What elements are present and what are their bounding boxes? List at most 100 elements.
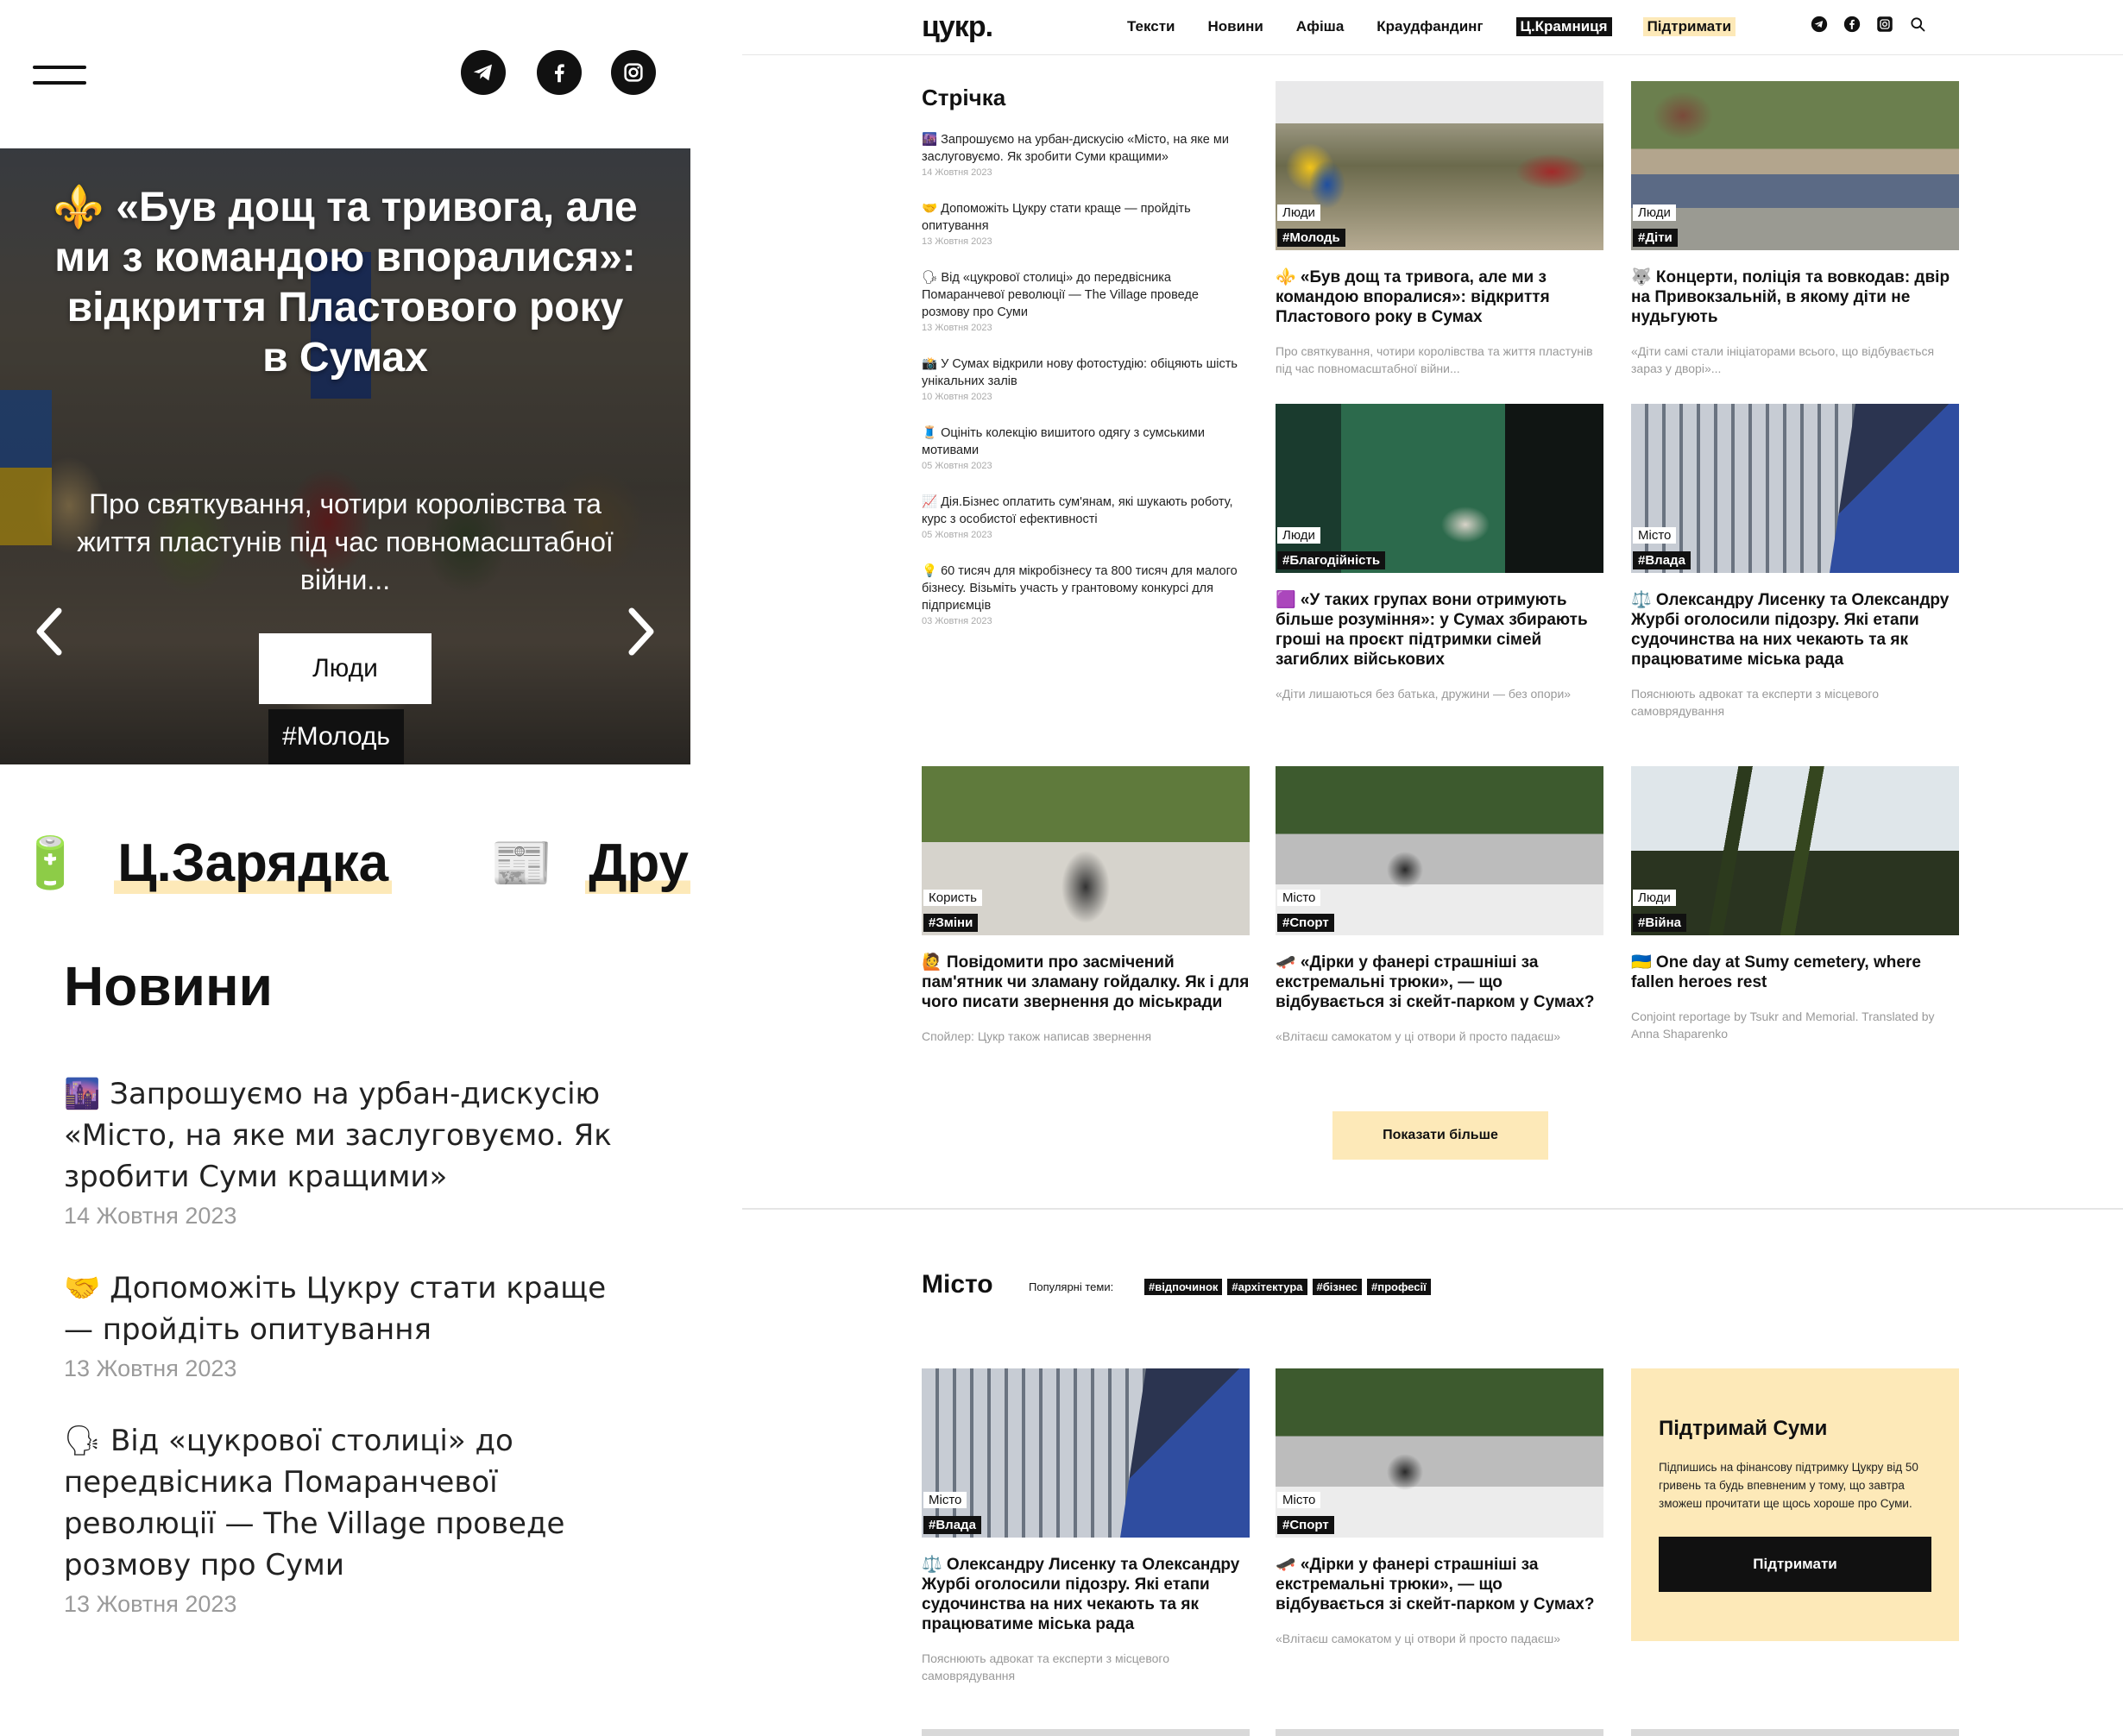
- mobile-header: [0, 0, 690, 147]
- news-item[interactable]: 🤝 Допоможіть Цукру стати краще — пройдіт…: [64, 1267, 633, 1382]
- article-tag[interactable]: #Молодь: [1277, 229, 1345, 247]
- feed-date: 13 Жовтня 2023: [922, 323, 992, 333]
- hero-slider[interactable]: ⚜️ «Був дощ та тривога, але ми з командо…: [0, 148, 690, 764]
- article-tag[interactable]: #Діти: [1633, 229, 1678, 247]
- support-title: Підтримай Суми: [1659, 1417, 1828, 1440]
- desktop-view: цукр. Тексти Новини Афіша Краудфандинг Ц…: [742, 0, 2123, 1736]
- article-title[interactable]: ⚜️ «Був дощ та тривога, але ми з командо…: [1276, 267, 1603, 327]
- article-category[interactable]: Місто: [1633, 527, 1677, 544]
- news-item[interactable]: 🗣 Від «цукрової столиці» до передвісника…: [64, 1420, 633, 1618]
- hero-title[interactable]: ⚜️ «Був дощ та тривога, але ми з командо…: [52, 183, 639, 383]
- top-navigation: цукр. Тексти Новини Афіша Краудфандинг Ц…: [742, 0, 2123, 55]
- section-carousel[interactable]: 🔋 Ц.Зарядка 📰 Дру: [0, 820, 690, 906]
- section-charging[interactable]: 🔋 Ц.Зарядка: [19, 820, 393, 906]
- article-tag[interactable]: #Влада: [923, 1516, 981, 1534]
- news-heading: Новини: [64, 955, 273, 1017]
- telegram-icon[interactable]: [461, 50, 506, 95]
- hero-title-text: «Був дощ та тривога, але ми з командою в…: [54, 185, 638, 381]
- feed-item[interactable]: 💡 60 тисяч для мікробізнесу та 800 тисяч…: [922, 563, 1250, 626]
- show-more-button[interactable]: Показати більше: [1332, 1111, 1548, 1160]
- article-title[interactable]: 🙋 Повідомити про засмічений пам'ятник чи…: [922, 953, 1250, 1012]
- article-title[interactable]: 🛹 «Дірки у фанері страшніші за екстремал…: [1276, 953, 1603, 1012]
- article-tag[interactable]: #Зміни: [923, 914, 979, 932]
- article-category[interactable]: Люди: [1277, 527, 1320, 544]
- menu-shop[interactable]: Ц.Крамниця: [1515, 17, 1612, 36]
- news-item[interactable]: 🌆 Запрошуємо на урбан-дискусію «Місто, н…: [64, 1073, 633, 1230]
- feed-item[interactable]: 🗣 Від «цукрової столиці» до передвісника…: [922, 269, 1250, 333]
- article-card[interactable]: Люди #Діти 🐺 Концерти, поліція та вовкод…: [1631, 81, 1959, 377]
- menu-support[interactable]: Підтримати: [1642, 17, 1736, 36]
- facebook-icon[interactable]: [537, 50, 582, 95]
- article-lead: «Влітаєш самокатом у ці отвори й просто …: [1276, 1029, 1561, 1043]
- article-category[interactable]: Місто: [923, 1492, 967, 1508]
- article-card[interactable]: Користь #Зміни 🙋 Повідомити про засмічен…: [922, 766, 1250, 1045]
- article-title[interactable]: 🐺 Концерти, поліція та вовкодав: двір на…: [1631, 267, 1959, 327]
- article-lead: Пояснюють адвокат та експерти з місцевог…: [922, 1651, 1169, 1683]
- feed-title: 🌆 Запрошуємо на урбан-дискусію «Місто, н…: [922, 133, 1229, 164]
- feed-item[interactable]: 🌆 Запрошуємо на урбан-дискусію «Місто, н…: [922, 131, 1250, 178]
- article-tag[interactable]: #Влада: [1633, 551, 1691, 569]
- menu-events[interactable]: Афіша: [1296, 18, 1345, 35]
- instagram-icon[interactable]: [611, 50, 656, 95]
- article-card[interactable]: Люди #Благодійність 🟪 «У таких групах во…: [1276, 404, 1603, 702]
- feed-item[interactable]: 📸 У Сумах відкрили нову фотостудію: обіц…: [922, 355, 1250, 402]
- menu-crowdfunding[interactable]: Краудфандинг: [1376, 18, 1483, 35]
- article-tag[interactable]: #Благодійність: [1277, 551, 1386, 569]
- menu-texts[interactable]: Тексти: [1127, 18, 1175, 35]
- article-category[interactable]: Місто: [1277, 890, 1321, 906]
- article-image: Місто #Влада: [922, 1368, 1250, 1538]
- search-icon[interactable]: [1909, 16, 1926, 33]
- news-title: 🌆 Запрошуємо на урбан-дискусію «Місто, н…: [64, 1077, 612, 1194]
- newspaper-icon: 📰: [490, 833, 553, 892]
- article-card[interactable]: Місто #Спорт 🛹 «Дірки у фанері страшніші…: [1276, 1368, 1603, 1647]
- topic-tag[interactable]: #бізнес: [1312, 1279, 1362, 1295]
- hero-subtitle: Про святкування, чотири королівства та ж…: [77, 488, 614, 595]
- article-tag[interactable]: #Спорт: [1277, 914, 1334, 932]
- article-title[interactable]: 🟪 «У таких групах вони отримують більше …: [1276, 590, 1603, 670]
- feed-list: 🌆 Запрошуємо на урбан-дискусію «Місто, н…: [922, 131, 1250, 649]
- article-card[interactable]: Місто #Влада ⚖️ Олександру Лисенку та Ол…: [922, 1368, 1250, 1684]
- chevron-right-icon[interactable]: [623, 606, 658, 657]
- article-card[interactable]: Люди #Молодь ⚜️ «Був дощ та тривога, але…: [1276, 81, 1603, 377]
- feed-title: 💡 60 тисяч для мікробізнесу та 800 тисяч…: [922, 564, 1238, 613]
- article-tag[interactable]: #Війна: [1633, 914, 1686, 932]
- article-category[interactable]: Місто: [1277, 1492, 1321, 1508]
- section-print[interactable]: 📰 Дру: [490, 820, 690, 906]
- article-lead: Пояснюють адвокат та експерти з місцевог…: [1631, 687, 1879, 718]
- site-logo[interactable]: цукр.: [922, 10, 993, 44]
- article-card[interactable]: Люди #Війна 🇺🇦 One day at Sumy cemetery,…: [1631, 766, 1959, 1042]
- article-title[interactable]: 🛹 «Дірки у фанері страшніші за екстремал…: [1276, 1555, 1603, 1614]
- article-image: Місто #Спорт: [1276, 766, 1603, 935]
- article-category[interactable]: Користь: [923, 890, 982, 906]
- feed-title: 🗣 Від «цукрової столиці» до передвісника…: [922, 271, 1199, 319]
- menu-news[interactable]: Новини: [1208, 18, 1263, 35]
- news-list: 🌆 Запрошуємо на урбан-дискусію «Місто, н…: [64, 1073, 633, 1656]
- battery-icon: 🔋: [19, 833, 82, 892]
- city-section-title[interactable]: Місто: [922, 1270, 993, 1299]
- instagram-icon[interactable]: [1876, 16, 1893, 33]
- feed-item[interactable]: 📈 Дія.Бізнес оплатить сум'янам, які шука…: [922, 494, 1250, 540]
- article-tag[interactable]: #Спорт: [1277, 1516, 1334, 1534]
- article-title[interactable]: 🇺🇦 One day at Sumy cemetery, where falle…: [1631, 953, 1959, 992]
- chevron-left-icon[interactable]: [33, 606, 67, 657]
- feed-item[interactable]: 🤝 Допоможіть Цукру стати краще — пройдіт…: [922, 200, 1250, 247]
- hero-category-button[interactable]: Люди: [259, 633, 432, 704]
- feed-item[interactable]: 🧵 Оцініть колекцію вишитого одягу з сумс…: [922, 425, 1250, 471]
- topic-tag[interactable]: #відпочинок: [1144, 1279, 1223, 1295]
- article-title[interactable]: ⚖️ Олександру Лисенку та Олександру Журб…: [922, 1555, 1250, 1634]
- article-card[interactable]: Місто #Влада ⚖️ Олександру Лисенку та Ол…: [1631, 404, 1959, 720]
- hamburger-icon[interactable]: [33, 62, 86, 88]
- article-category[interactable]: Люди: [1277, 204, 1320, 221]
- article-card[interactable]: Місто #Спорт 🛹 «Дірки у фанері страшніші…: [1276, 766, 1603, 1045]
- topic-tag[interactable]: #архітектура: [1227, 1279, 1307, 1295]
- article-lead: «Діти лишаються без батька, дружини — бе…: [1276, 687, 1572, 701]
- support-button[interactable]: Підтримати: [1659, 1537, 1931, 1592]
- article-category[interactable]: Люди: [1633, 890, 1676, 906]
- facebook-icon[interactable]: [1843, 16, 1861, 33]
- section-label: Дру: [585, 832, 690, 894]
- telegram-icon[interactable]: [1811, 16, 1828, 33]
- article-title[interactable]: ⚖️ Олександру Лисенку та Олександру Журб…: [1631, 590, 1959, 670]
- article-category[interactable]: Люди: [1633, 204, 1676, 221]
- hero-tag[interactable]: #Молодь: [268, 709, 405, 764]
- topic-tag[interactable]: #професії: [1367, 1279, 1431, 1295]
